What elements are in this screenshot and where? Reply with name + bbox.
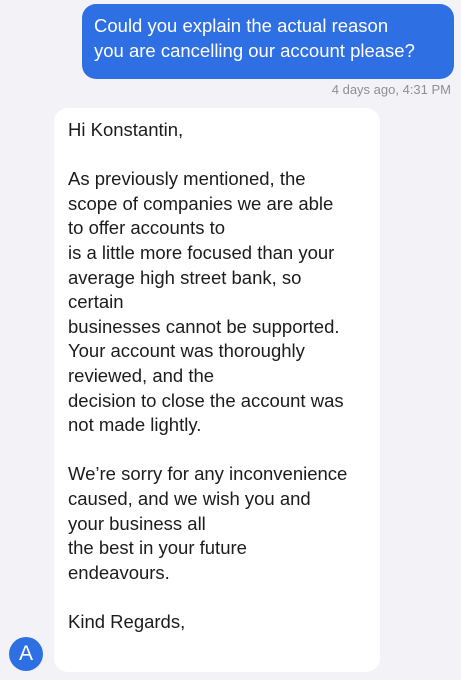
incoming-message-bubble[interactable]: Hi Konstantin, As previously mentioned, … xyxy=(54,108,380,672)
agent-avatar[interactable]: A xyxy=(9,637,43,671)
message-timestamp: 4 days ago, 4:31 PM xyxy=(331,82,451,97)
outgoing-message-bubble[interactable]: Could you explain the actual reason you … xyxy=(82,4,454,79)
